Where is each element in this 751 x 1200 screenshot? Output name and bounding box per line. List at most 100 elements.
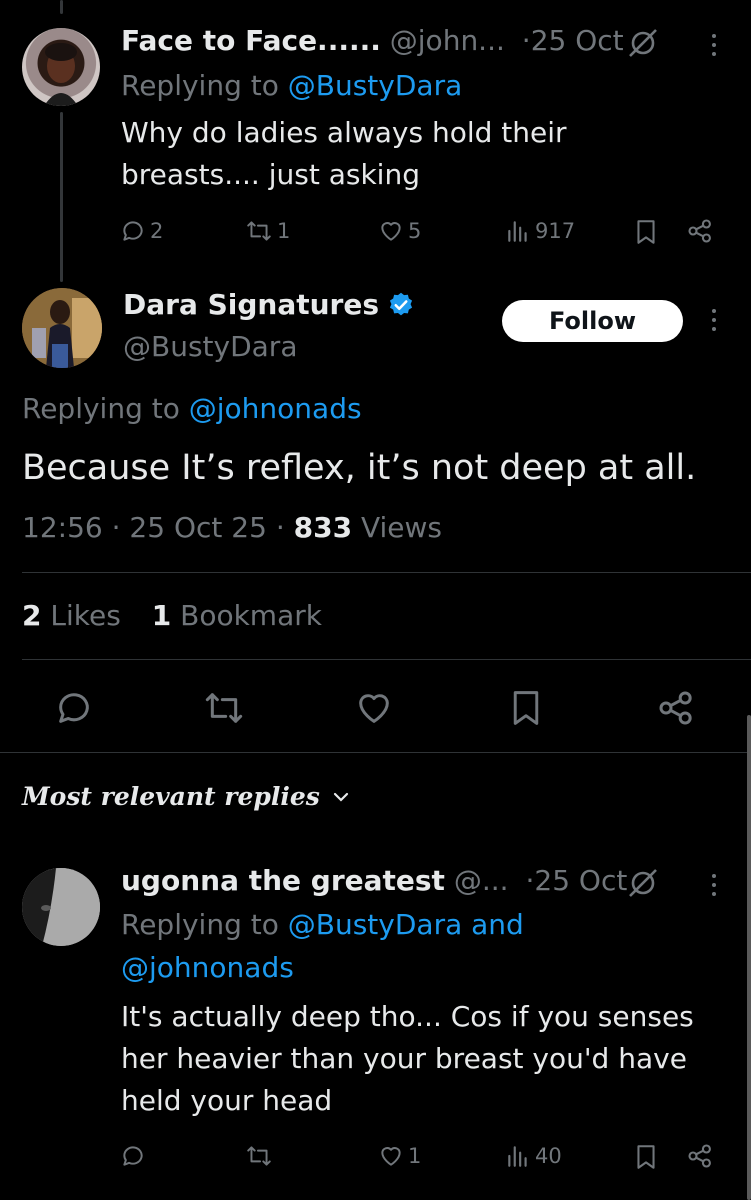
like-icon[interactable] <box>354 688 394 728</box>
avatar-ugonna[interactable] <box>22 868 100 946</box>
text-line: held your head <box>121 1084 333 1117</box>
repost-button[interactable] <box>245 1136 273 1176</box>
separator: · <box>111 511 121 544</box>
display-name[interactable]: Face to Face...... <box>121 24 381 57</box>
views-icon <box>508 221 527 242</box>
share-icon[interactable] <box>686 217 714 245</box>
reply-button[interactable] <box>120 1136 146 1176</box>
grok-icon[interactable] <box>626 866 660 900</box>
tweet-meta: 12:56 · 25 Oct 25 · 833 Views <box>22 511 442 544</box>
bookmark-icon[interactable] <box>506 688 546 728</box>
reply-count: 2 <box>150 219 164 243</box>
avatar-image <box>22 868 100 946</box>
scrollbar[interactable] <box>747 715 751 1200</box>
text-line: her heavier than your breast you'd have <box>121 1042 687 1075</box>
text-line: breasts.... just asking <box>121 158 420 191</box>
separator: · <box>275 511 285 544</box>
reply2-header: ugonna the greatest @... ·25 Oct <box>121 864 627 897</box>
reply1-header: Face to Face...... @john... ·25 Oct <box>121 24 624 57</box>
avatar-face-to-face[interactable] <box>22 28 100 106</box>
repost-icon <box>247 221 271 241</box>
divider <box>0 752 751 753</box>
thread-line-top <box>60 0 63 14</box>
views-label: Views <box>360 511 443 544</box>
views-count: 917 <box>535 219 576 243</box>
chevron-down-icon <box>333 792 348 802</box>
repost-icon <box>247 1146 271 1166</box>
replying-mention[interactable]: @johnonads <box>121 951 294 984</box>
sort-replies-dropdown[interactable]: Most relevant replies <box>22 782 350 811</box>
reply-icon[interactable] <box>54 688 94 728</box>
like-button[interactable]: 1 <box>378 1136 421 1176</box>
thread-line <box>60 112 63 282</box>
display-name[interactable]: Dara Signatures <box>123 288 379 321</box>
grok-icon[interactable] <box>626 26 660 60</box>
repost-icon[interactable] <box>202 688 246 728</box>
reply-icon <box>123 1146 143 1166</box>
replying-prefix: Replying to <box>22 392 180 425</box>
views-count: 40 <box>535 1144 562 1168</box>
views-icon <box>508 1146 527 1167</box>
author-name-row: Dara Signatures <box>123 288 415 321</box>
avatar-image <box>22 288 102 368</box>
like-icon <box>381 1147 401 1166</box>
like-count: 1 <box>408 1144 422 1168</box>
main-replying-to: Replying to @johnonads <box>22 392 362 425</box>
views-button[interactable]: 40 <box>505 1136 562 1176</box>
replying-mention[interactable]: @BustyDara <box>288 69 462 102</box>
more-icon[interactable] <box>709 309 719 331</box>
likes-count: 2 <box>22 599 42 632</box>
replying-mention[interactable]: @johnonads <box>189 392 362 425</box>
sort-label: Most relevant replies <box>22 782 320 811</box>
reply-icon <box>123 221 143 241</box>
handle[interactable]: @... <box>454 864 509 897</box>
bookmarks-stat[interactable]: 1 Bookmark <box>152 599 322 632</box>
like-count: 5 <box>408 219 422 243</box>
bookmarks-count: 1 <box>151 599 172 632</box>
bookmarks-label: Bookmark <box>180 599 322 632</box>
date[interactable]: 25 Oct <box>534 864 627 897</box>
more-icon[interactable] <box>709 874 719 896</box>
date[interactable]: 25 Oct <box>531 24 624 57</box>
share-icon[interactable] <box>656 688 696 728</box>
replying-mention[interactable]: @BustyDara and <box>288 908 524 941</box>
views-count: 833 <box>293 511 353 544</box>
like-icon <box>381 222 401 241</box>
divider <box>22 572 751 573</box>
bookmark-icon[interactable] <box>633 1143 659 1171</box>
avatar-image <box>44 43 78 106</box>
engagement-stats: 2 Likes 1 Bookmark <box>22 599 322 632</box>
verified-badge-icon <box>389 292 413 315</box>
reply1-actions: 2 1 5 917 <box>0 211 751 251</box>
views-button[interactable]: 917 <box>505 211 575 251</box>
follow-button[interactable]: Follow <box>502 300 683 342</box>
handle[interactable]: @john... <box>390 24 505 57</box>
likes-stat[interactable]: 2 Likes <box>22 599 121 632</box>
separator: · <box>521 24 531 57</box>
avatar-dara-signatures[interactable] <box>22 288 102 368</box>
reply-button[interactable]: 2 <box>120 211 163 251</box>
replying-to: Replying to @BustyDara <box>121 69 462 102</box>
display-name[interactable]: ugonna the greatest <box>121 864 445 897</box>
reply2-text: It's actually deep tho... Cos if you sen… <box>121 996 694 1122</box>
repost-count: 1 <box>277 219 291 243</box>
reply1-text: Why do ladies always hold their breasts.… <box>121 112 567 196</box>
likes-label: Likes <box>50 599 121 632</box>
replying-prefix: Replying to <box>121 908 279 941</box>
reply2-actions: 1 40 <box>0 1136 751 1176</box>
divider <box>22 659 751 660</box>
replying-prefix: Replying to <box>121 69 279 102</box>
tweet-time[interactable]: 12:56 <box>22 511 103 544</box>
like-button[interactable]: 5 <box>378 211 421 251</box>
main-tweet-text: Because It’s reflex, it’s not deep at al… <box>22 448 697 488</box>
bookmark-icon[interactable] <box>633 218 659 246</box>
repost-button[interactable]: 1 <box>245 211 290 251</box>
text-line: Why do ladies always hold their <box>121 116 567 149</box>
author-handle[interactable]: @BustyDara <box>123 330 297 363</box>
more-icon[interactable] <box>709 34 719 56</box>
text-line: It's actually deep tho... Cos if you sen… <box>121 1000 694 1033</box>
main-actions <box>0 686 751 730</box>
share-icon[interactable] <box>686 1142 714 1170</box>
tweet-date[interactable]: 25 Oct 25 <box>129 511 266 544</box>
replying-to: Replying to @BustyDara and <box>121 908 524 941</box>
